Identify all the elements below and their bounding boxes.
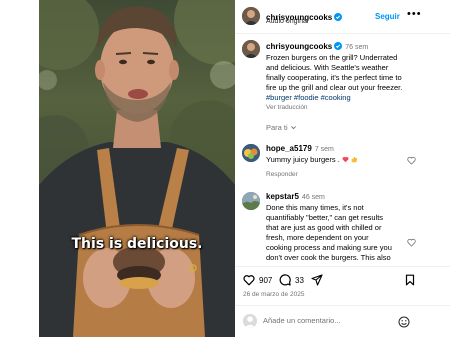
caption-hashtags[interactable]: #burger #foodie #cooking xyxy=(266,93,426,103)
comment-text-line: don't over cook the burgers. This also xyxy=(266,253,391,262)
post-header: chrisyoungcooks Audio original Seguir ••… xyxy=(235,0,450,34)
comment-username[interactable]: kepstar5 xyxy=(266,192,299,201)
comment-icon[interactable] xyxy=(279,274,291,286)
comment-time: 7 sem xyxy=(314,146,334,153)
for-you-label: Para ti xyxy=(266,123,288,132)
more-icon[interactable]: ••• xyxy=(407,8,422,20)
add-comment-bar xyxy=(235,305,450,337)
translate-link[interactable]: Ver traducción xyxy=(266,103,426,113)
caption-time: 76 sem xyxy=(345,44,369,51)
comment-text-line: Done this many times, it's not xyxy=(266,203,364,212)
thumbs-up-icon xyxy=(351,156,358,163)
caption-text-line: and delicious. With Seattle's weather xyxy=(266,63,389,72)
heart-icon[interactable] xyxy=(407,156,416,165)
follow-button[interactable]: Seguir xyxy=(375,12,400,21)
chevron-down-icon xyxy=(290,126,296,130)
comment-text-line: fresh, more dependent on your xyxy=(266,233,369,242)
caption-text-line: finally cooperating, it's the perfect ti… xyxy=(266,73,402,82)
save-icon[interactable] xyxy=(404,274,416,286)
caption-text-line: fire up the grill and clear out your fre… xyxy=(266,83,403,92)
video-caption: This is delicious. xyxy=(71,236,203,252)
caption-avatar[interactable] xyxy=(242,40,260,58)
emoji-icon[interactable] xyxy=(398,316,410,328)
post-date: 26 de marzo de 2025 xyxy=(243,291,305,298)
verified-icon xyxy=(334,13,343,21)
comments-list[interactable]: chrisyoungcooks 76 sem Frozen burgers on … xyxy=(235,34,450,266)
comment-avatar[interactable] xyxy=(242,144,260,162)
audio-label[interactable]: Audio original xyxy=(266,18,308,25)
verified-icon xyxy=(334,42,343,50)
comment-text: Yummy juicy burgers . xyxy=(266,155,340,164)
comment-username[interactable]: hope_a5179 xyxy=(266,144,312,153)
comment-time: 46 sem xyxy=(301,194,325,201)
for-you-selector[interactable]: Para ti xyxy=(266,123,297,132)
heart-icon[interactable] xyxy=(243,274,255,286)
post-viewer: This is delicious. chrisyoungcooks Audio… xyxy=(0,0,450,337)
post-side-panel: chrisyoungcooks Audio original Seguir ••… xyxy=(235,0,450,337)
comment-text-line: cooking process and making sure you xyxy=(266,243,392,252)
heart-icon[interactable] xyxy=(407,238,416,247)
viewer-avatar xyxy=(243,314,257,328)
red-heart-icon xyxy=(342,156,349,163)
comment-text-line: quantifiably "better," can get results xyxy=(266,213,384,222)
share-icon[interactable] xyxy=(311,274,323,286)
actions-divider xyxy=(235,266,450,267)
comments-count: 33 xyxy=(295,276,304,285)
comment-avatar[interactable] xyxy=(242,192,260,210)
video-player[interactable]: This is delicious. xyxy=(39,0,235,337)
likes-count[interactable]: 907 xyxy=(259,276,272,285)
video-frame-illustration xyxy=(39,0,235,337)
author-avatar[interactable] xyxy=(242,7,260,25)
caption-username[interactable]: chrisyoungcooks xyxy=(266,42,332,51)
reply-button[interactable]: Responder xyxy=(266,170,426,180)
comment-input[interactable] xyxy=(263,316,403,325)
caption-text-line: Frozen burgers on the grill? Underrated xyxy=(266,53,398,62)
comment-text-line: that are just as good with chilled or xyxy=(266,223,382,232)
